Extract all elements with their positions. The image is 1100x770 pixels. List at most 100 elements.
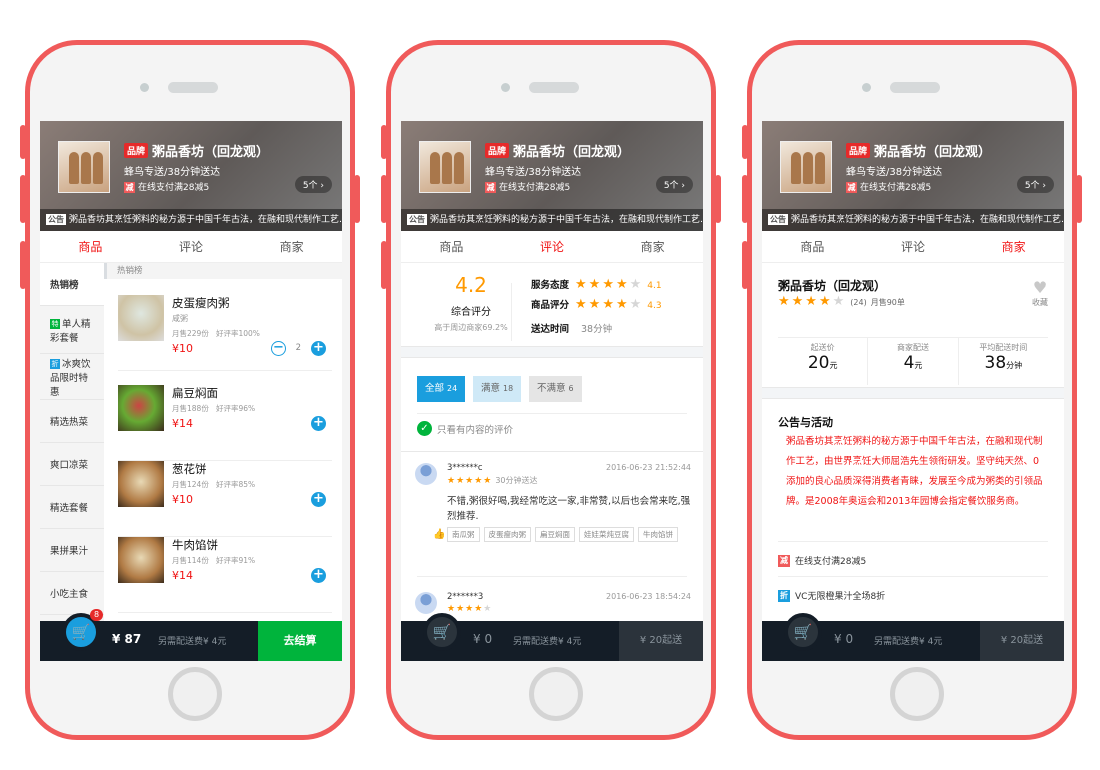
tab-seller[interactable]: 商家 — [602, 231, 703, 262]
decrease-button[interactable]: − — [271, 341, 286, 356]
brand-tag: 品牌 — [124, 143, 149, 158]
divider — [762, 387, 1064, 399]
tab-bar: 商品 评论 商家 — [762, 231, 1064, 263]
food-item[interactable]: 葱花饼 月售124份 好评率85% ¥10 + — [118, 461, 332, 537]
divider — [417, 576, 687, 577]
filter-positive[interactable]: 满意 18 — [473, 376, 522, 402]
camera-dot — [140, 83, 149, 92]
tab-ratings[interactable]: 评论 — [863, 231, 964, 262]
cart-icon[interactable]: 🛒 — [423, 613, 461, 651]
divider — [511, 283, 512, 341]
category-item[interactable]: 爽口凉菜 — [40, 443, 104, 486]
filter-all[interactable]: 全部 24 — [417, 376, 466, 402]
only-content-toggle[interactable]: ✓ 只看有内容的评价 — [417, 421, 513, 436]
notice-bar[interactable]: 公告 粥品香坊其烹饪粥料的秘方源于中国千年古法，在融和现代制作工艺… › — [762, 209, 1064, 231]
review-user: 2******3 — [447, 592, 484, 602]
review-time: 2016-06-23 18:54:24 — [606, 592, 691, 601]
power-button — [1076, 175, 1082, 223]
promo-count-button[interactable]: 5个 › — [655, 176, 693, 193]
overall-score-label: 综合评分 — [451, 307, 491, 318]
home-button — [168, 667, 222, 721]
food-price: ¥14 — [172, 569, 193, 582]
filter-negative[interactable]: 不满意 6 — [529, 376, 582, 402]
food-stats: 月售124份 好评率85% — [172, 480, 256, 489]
phone-frame-goods: 品牌 粥品香坊（回龙观） 蜂鸟专送/38分钟送达 减在线支付满28减5 5个 ›… — [20, 40, 360, 740]
special-icon: 特 — [50, 319, 60, 329]
item-quantity: 2 — [295, 343, 301, 353]
review-stars: ★★★★★ — [447, 604, 493, 614]
review-text: 不错,粥很好喝,我经常吃这一家,非常赞,以后也会常来吃,强烈推荐. — [447, 496, 691, 522]
divider — [401, 451, 703, 452]
add-button[interactable]: + — [311, 341, 326, 356]
food-stats: 月售188份 好评率96% — [172, 404, 256, 413]
notice-tag: 公告 — [768, 214, 788, 225]
home-button — [890, 667, 944, 721]
food-name: 葱花饼 — [172, 462, 207, 476]
camera-dot — [501, 83, 510, 92]
chevron-right-icon: › — [1052, 215, 1056, 225]
food-desc: 咸粥 — [172, 314, 188, 323]
food-item[interactable]: 扁豆焖面 月售188份 好评率96% ¥14 + — [118, 385, 332, 461]
star-rating: ★★★★★ — [575, 297, 644, 312]
category-item[interactable]: 折冰爽饮品限时特惠 — [40, 354, 104, 400]
food-score-row: 商品评分 ★★★★★ 4.3 — [531, 297, 662, 312]
promo-line: 减在线支付满28减5 — [846, 180, 931, 193]
add-button[interactable]: + — [311, 416, 326, 431]
checkout-button[interactable]: 去结算 — [258, 621, 342, 661]
user-avatar — [415, 463, 437, 485]
food-item[interactable]: 牛肉馅饼 月售114份 好评率91% ¥14 + — [118, 537, 332, 613]
category-item[interactable]: 精选热菜 — [40, 400, 104, 443]
tab-goods[interactable]: 商品 — [40, 231, 141, 262]
seller-stats: 起送价 20元 商家配送 4元 平均配送时间 38分钟 — [778, 337, 1048, 385]
side-button — [20, 241, 26, 289]
category-item[interactable]: 热销榜 — [40, 263, 104, 306]
tab-seller[interactable]: 商家 — [963, 231, 1064, 262]
phone-frame-seller: 品牌 粥品香坊（回龙观） 蜂鸟专送/38分钟送达 减在线支付满28减5 5个 ›… — [742, 40, 1082, 740]
notice-text: 粥品香坊其烹饪粥料的秘方源于中国千年古法，在融和现代制作工艺… — [430, 215, 703, 225]
power-button — [354, 175, 360, 223]
side-button — [381, 241, 387, 289]
check-icon: ✓ — [417, 421, 432, 436]
tab-seller[interactable]: 商家 — [241, 231, 342, 262]
category-item[interactable]: 精选套餐 — [40, 486, 104, 529]
category-menu: 热销榜 特单人精彩套餐 折冰爽饮品限时特惠 精选热菜 爽口凉菜 精选套餐 果拼果… — [40, 263, 104, 621]
promo-item: 折 VC无限橙果汁全场8折 — [778, 576, 1048, 602]
home-button — [529, 667, 583, 721]
cart-total: ¥ 87 — [112, 632, 142, 646]
notice-bar[interactable]: 公告 粥品香坊其烹饪粥料的秘方源于中国千年古法，在融和现代制作工艺… › — [401, 209, 703, 231]
food-price: ¥10 — [172, 342, 193, 355]
tab-ratings[interactable]: 评论 — [502, 231, 603, 262]
side-button — [20, 125, 26, 159]
food-image — [118, 385, 164, 431]
shop-logo — [419, 141, 471, 193]
brand-tag: 品牌 — [485, 143, 510, 158]
tab-goods[interactable]: 商品 — [762, 231, 863, 262]
add-button[interactable]: + — [311, 568, 326, 583]
category-item[interactable]: 果拼果汁 — [40, 529, 104, 572]
promo-count-button[interactable]: 5个 › — [294, 176, 332, 193]
shop-header: 品牌 粥品香坊（回龙观） 蜂鸟专送/38分钟送达 减在线支付满28减5 5个 ›… — [762, 121, 1064, 231]
add-button[interactable]: + — [311, 492, 326, 507]
promo-count-button[interactable]: 5个 › — [1016, 176, 1054, 193]
delivery-info: 蜂鸟专送/38分钟送达 — [124, 167, 221, 178]
food-item[interactable]: 皮蛋瘦肉粥 咸粥 月售229份 好评率100% ¥10 − 2 + — [118, 295, 332, 371]
delivery-fee: 另需配送费¥ 4元 — [513, 637, 582, 647]
delivery-info: 蜂鸟专送/38分钟送达 — [485, 167, 582, 178]
min-order-button[interactable]: ¥ 20起送 — [619, 621, 703, 661]
promo-text: 在线支付满28减5 — [860, 183, 932, 193]
food-name: 皮蛋瘦肉粥 — [172, 296, 230, 310]
food-price: ¥14 — [172, 417, 193, 430]
seller-name: 粥品香坊（回龙观） — [778, 279, 887, 293]
screen: 品牌 粥品香坊（回龙观） 蜂鸟专送/38分钟送达 减在线支付满28减5 5个 ›… — [40, 121, 342, 661]
min-order-button[interactable]: ¥ 20起送 — [980, 621, 1064, 661]
category-item[interactable]: 特单人精彩套餐 — [40, 306, 104, 354]
tab-ratings[interactable]: 评论 — [141, 231, 242, 262]
cart-icon[interactable]: 🛒 — [784, 613, 822, 651]
shop-header: 品牌 粥品香坊（回龙观） 蜂鸟专送/38分钟送达 减在线支付满28减5 5个 ›… — [40, 121, 342, 231]
notice-content: 粥品香坊其烹饪粥料的秘方源于中国千年古法，在融和现代制作工艺，由世界烹饪大师屈浩… — [786, 436, 1043, 507]
shop-header: 品牌 粥品香坊（回龙观） 蜂鸟专送/38分钟送达 减在线支付满28减5 5个 ›… — [401, 121, 703, 231]
favorite-button[interactable]: ♥ 收藏 — [1032, 279, 1048, 308]
discount-icon: 折 — [50, 359, 60, 369]
tab-goods[interactable]: 商品 — [401, 231, 502, 262]
notice-bar[interactable]: 公告 粥品香坊其烹饪粥料的秘方源于中国千年古法，在融和现代制作工艺… › — [40, 209, 342, 231]
